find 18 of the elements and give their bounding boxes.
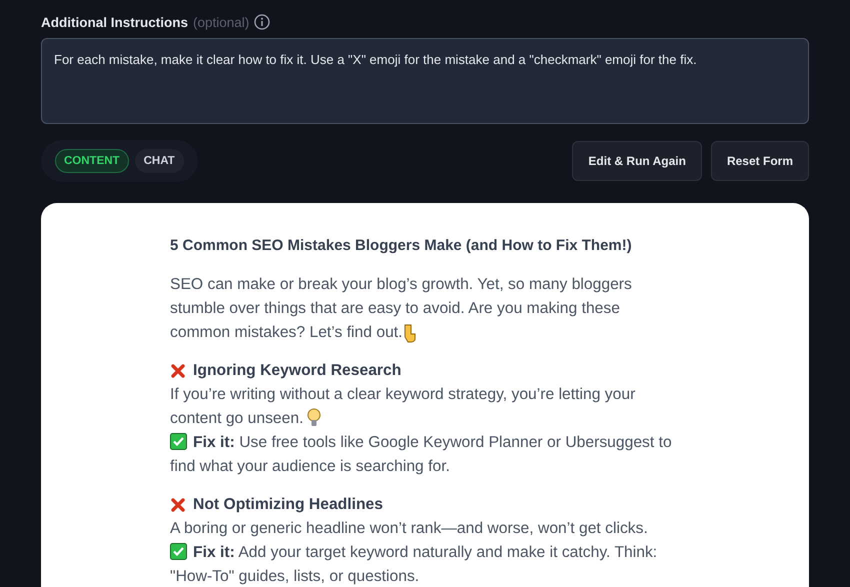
mistake-description: If you’re writing without a clear keyword strategy, you’re letting your content go unseen. xyxy=(170,383,682,431)
edit-run-again-button[interactable]: Edit & Run Again xyxy=(572,141,702,181)
fix-text: Fix it: Use free tools like Google Keyword Planner or Ubersuggest to find what your audience is searching for. xyxy=(170,431,682,479)
fix-text: Fix it: Add your target keyword naturally and make it catchy. Think: "How-To" guides, lists, or questions. xyxy=(170,541,682,587)
mistake-heading: Not Optimizing Headlines xyxy=(193,495,384,515)
info-icon[interactable] xyxy=(254,14,270,30)
cross-icon xyxy=(170,497,186,513)
article-title: 5 Common SEO Mistakes Bloggers Make (and How to Fix Them!) xyxy=(170,236,633,256)
instructions-field[interactable]: For each mistake, make it clear how to fix it. Use a "X" emoji for the mistake and a "checkmark" emoji for the fix. xyxy=(41,38,809,124)
mistake-heading: Ignoring Keyword Research xyxy=(193,361,402,381)
view-tab[interactable]: CONTENT xyxy=(55,149,129,173)
intro-paragraph: SEO can make or break your blog’s growth. Yet, so many bloggers stumble over things that are easy to avoid. Are you making these common mistakes? Let’s find out. xyxy=(170,273,682,345)
mistake-description: A boring or generic headline won’t rank—and worse, won’t get clicks. xyxy=(170,519,649,539)
cross-icon xyxy=(170,363,186,379)
view-tab[interactable]: CHAT xyxy=(134,149,184,173)
field-label: Additional Instructions xyxy=(41,14,188,30)
reset-form-button[interactable]: Reset Form xyxy=(710,141,809,181)
optional-hint: (optional) xyxy=(193,14,250,30)
